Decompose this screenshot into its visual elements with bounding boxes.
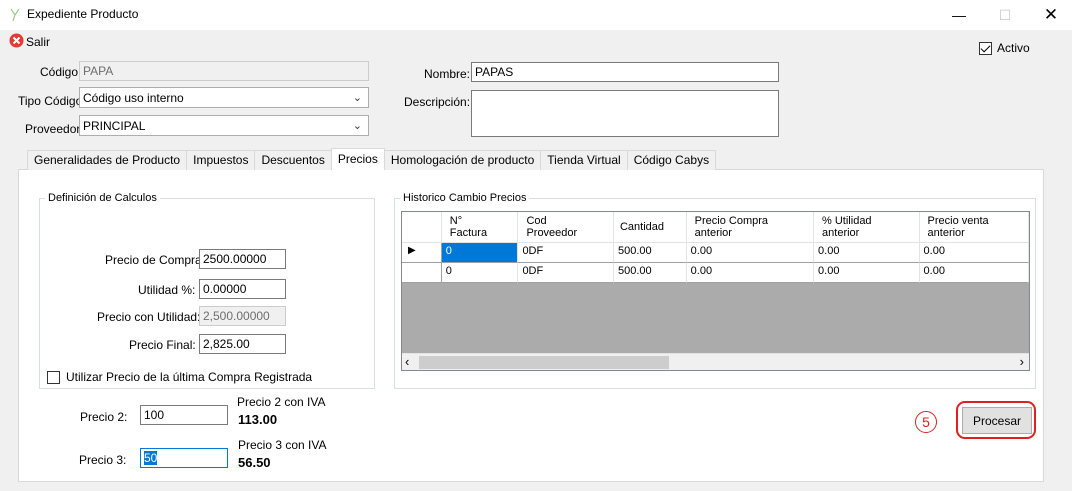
- col-header-factura-line2: Factura: [449, 227, 488, 239]
- ultima-compra-label: Utilizar Precio de la última Compra Regi…: [66, 370, 313, 384]
- utilidad-field[interactable]: 0.00000: [199, 279, 286, 299]
- col-header-precio-venta-line2: anterior: [927, 227, 965, 239]
- scroll-left-icon[interactable]: ‹: [405, 354, 409, 369]
- tab-strip: Generalidades de Producto Impuestos Desc…: [27, 148, 717, 170]
- precio2-field[interactable]: 100: [140, 405, 228, 425]
- scroll-right-icon[interactable]: ›: [1020, 354, 1024, 369]
- grid-corner: [402, 212, 442, 243]
- col-header-factura[interactable]: N° Factura: [441, 212, 519, 243]
- ultima-compra-checkbox[interactable]: Utilizar Precio de la última Compra Regi…: [47, 370, 312, 384]
- precio3-iva-value: 56.50: [238, 455, 271, 470]
- precio3-field[interactable]: 50: [140, 448, 228, 468]
- col-header-precio-compra[interactable]: Precio Compra anterior: [686, 212, 815, 243]
- col-header-factura-line1: N°: [449, 215, 463, 227]
- salir-label: Salir: [26, 35, 51, 49]
- tipo-codigo-value: Código uso interno: [83, 90, 184, 105]
- tipo-codigo-label: Tipo Código:: [18, 94, 86, 108]
- cell-precio-venta[interactable]: 0.00: [919, 263, 1029, 283]
- grid-header-row: N° Factura Cod Proveedor Cantidad Precio C…: [402, 212, 1029, 243]
- salir-button[interactable]: Salir: [9, 33, 50, 51]
- proveedor-value: PRINCIPAL: [83, 118, 146, 133]
- cell-utilidad[interactable]: 0.00: [814, 263, 920, 283]
- row-header[interactable]: ▶: [402, 243, 442, 263]
- codigo-label: Código:: [40, 65, 82, 79]
- close-button[interactable]: ✕: [1028, 0, 1072, 30]
- historico-grid[interactable]: N° Factura Cod Proveedor Cantidad Precio C…: [401, 211, 1030, 371]
- cell-factura[interactable]: 0: [441, 243, 519, 263]
- procesar-button[interactable]: Procesar: [962, 407, 1032, 434]
- precio2-iva-value: 113.00: [238, 412, 278, 427]
- current-row-icon: ▶: [408, 245, 416, 256]
- tab-tienda-virtual[interactable]: Tienda Virtual: [540, 150, 628, 170]
- precio-final-field[interactable]: 2,825.00: [199, 334, 286, 354]
- tab-homologacion[interactable]: Homologación de producto: [383, 150, 542, 170]
- descripcion-field[interactable]: [471, 90, 779, 137]
- col-header-proveedor[interactable]: Cod Proveedor: [518, 212, 614, 243]
- table-row[interactable]: 0 0DF 500.00 0.00 0.00 0.00: [402, 263, 1029, 283]
- precio-utilidad-label: Precio con Utilidad:: [97, 310, 201, 324]
- activo-check-box[interactable]: [979, 41, 992, 55]
- calculos-group-title: Definición de Calculos: [45, 192, 160, 204]
- proveedor-label: Proveedor:: [25, 122, 84, 136]
- nombre-label: Nombre:: [424, 67, 471, 81]
- precio-utilidad-field[interactable]: 2,500.00000: [199, 306, 286, 326]
- horizontal-scrollbar[interactable]: ‹ ›: [402, 353, 1029, 370]
- cell-proveedor[interactable]: 0DF: [518, 243, 614, 263]
- tab-codigo-cabys[interactable]: Código Cabys: [626, 150, 717, 170]
- chevron-down-icon: ⌄: [352, 92, 362, 104]
- exit-icon: [9, 33, 24, 51]
- col-header-cantidad[interactable]: Cantidad: [613, 212, 687, 243]
- step-marker: 5: [915, 411, 937, 433]
- window-title: Expediente Producto: [27, 7, 139, 21]
- table-row[interactable]: ▶ 0 0DF 500.00 0.00 0.00 0.00: [402, 243, 1029, 263]
- col-header-precio-compra-line2: anterior: [694, 227, 732, 239]
- descripcion-label: Descripción:: [404, 95, 471, 109]
- cell-precio-compra[interactable]: 0.00: [686, 243, 815, 263]
- tab-generalidades[interactable]: Generalidades de Producto: [27, 150, 188, 170]
- cell-cantidad[interactable]: 500.00: [613, 263, 687, 283]
- tipo-codigo-select[interactable]: Código uso interno ⌄: [79, 87, 369, 108]
- tab-impuestos[interactable]: Impuestos: [186, 150, 256, 170]
- col-header-precio-venta[interactable]: Precio venta anterior: [919, 212, 1029, 243]
- precio-final-label: Precio Final:: [129, 338, 196, 352]
- col-header-cantidad-line1: Cantidad: [619, 221, 665, 233]
- chevron-down-icon: ⌄: [352, 120, 362, 132]
- codigo-field[interactable]: PAPA: [79, 61, 369, 81]
- tab-descuentos[interactable]: Descuentos: [254, 150, 332, 170]
- col-header-utilidad-line1: % Utilidad: [822, 215, 872, 227]
- col-header-proveedor-line2: Proveedor: [526, 227, 578, 239]
- maximize-button[interactable]: ☐: [982, 0, 1028, 30]
- historico-group-title: Historico Cambio Precios: [400, 192, 530, 204]
- cell-utilidad[interactable]: 0.00: [814, 243, 920, 263]
- utilidad-label: Utilidad %:: [138, 283, 196, 297]
- activo-label: Activo: [997, 41, 1030, 55]
- minimize-button[interactable]: —: [936, 0, 982, 30]
- scrollbar-thumb[interactable]: [419, 356, 669, 369]
- precio-compra-label: Precio de Compra:: [105, 253, 206, 267]
- app-icon: [9, 8, 21, 22]
- col-header-utilidad-line2: anterior: [822, 227, 860, 239]
- tab-precios[interactable]: Precios: [330, 148, 385, 170]
- activo-checkbox[interactable]: Activo: [979, 41, 1030, 55]
- cell-factura[interactable]: 0: [441, 263, 519, 283]
- cell-precio-venta[interactable]: 0.00: [919, 243, 1029, 263]
- col-header-proveedor-line1: Cod: [526, 215, 547, 227]
- precio3-iva-label: Precio 3 con IVA: [238, 438, 327, 452]
- col-header-utilidad[interactable]: % Utilidad anterior: [814, 212, 920, 243]
- ultima-compra-check-box[interactable]: [47, 370, 60, 384]
- col-header-precio-compra-line1: Precio Compra: [694, 215, 769, 227]
- col-header-precio-venta-line1: Precio venta: [927, 215, 989, 227]
- row-header[interactable]: [402, 263, 442, 283]
- proveedor-select[interactable]: PRINCIPAL ⌄: [79, 115, 369, 136]
- precio3-value: 50: [144, 451, 158, 465]
- precio2-label: Precio 2:: [80, 410, 128, 424]
- cell-cantidad[interactable]: 500.00: [613, 243, 687, 263]
- precio-compra-field[interactable]: 2500.00000: [199, 249, 286, 269]
- precio3-label: Precio 3:: [79, 453, 127, 467]
- cell-precio-compra[interactable]: 0.00: [686, 263, 815, 283]
- title-bar: [0, 0, 1072, 30]
- precio2-iva-label: Precio 2 con IVA: [237, 395, 326, 409]
- nombre-field[interactable]: PAPAS: [471, 62, 779, 82]
- cell-proveedor[interactable]: 0DF: [518, 263, 614, 283]
